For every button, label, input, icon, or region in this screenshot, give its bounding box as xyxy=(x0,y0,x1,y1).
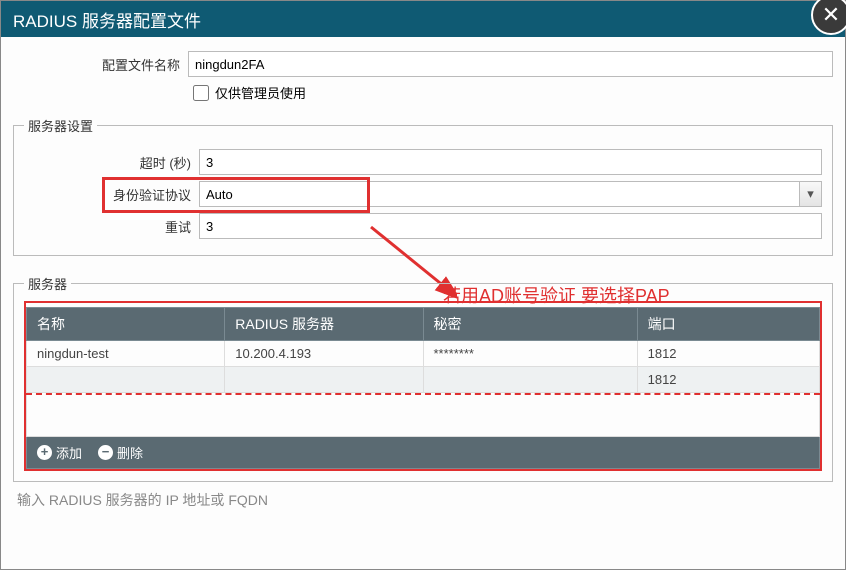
servers-header-row: 名称 RADIUS 服务器 秘密 端口 xyxy=(27,308,820,341)
timeout-label: 超时 (秒) xyxy=(24,153,199,172)
cell-server xyxy=(225,367,423,393)
retries-label: 重试 xyxy=(24,217,199,236)
admin-only-label: 仅供管理员使用 xyxy=(215,83,306,102)
minus-icon: − xyxy=(98,445,113,460)
timeout-row: 超时 (秒) xyxy=(24,149,822,175)
add-label: 添加 xyxy=(56,443,82,462)
auth-proto-input[interactable] xyxy=(199,181,800,207)
server-actions-bar: + 添加 − 删除 xyxy=(26,437,820,469)
table-row[interactable]: ningdun-test 10.200.4.193 ******** 1812 xyxy=(27,341,820,367)
server-settings-fieldset: 服务器设置 超时 (秒) 身份验证协议 ▾ 重试 xyxy=(13,116,833,256)
admin-only-row: 仅供管理员使用 xyxy=(193,83,833,102)
table-row[interactable]: 1812 xyxy=(27,367,820,393)
profile-name-row: 配置文件名称 xyxy=(13,51,833,77)
cell-secret: ******** xyxy=(423,341,637,367)
admin-only-checkbox[interactable] xyxy=(193,85,209,101)
cell-secret xyxy=(423,367,637,393)
titlebar: RADIUS 服务器配置文件 ✕ xyxy=(1,1,845,37)
col-secret[interactable]: 秘密 xyxy=(423,308,637,341)
col-port[interactable]: 端口 xyxy=(637,308,819,341)
delete-button[interactable]: − 删除 xyxy=(98,443,143,462)
table-empty-area xyxy=(26,395,820,437)
close-button[interactable]: ✕ xyxy=(811,0,846,35)
servers-fieldset: 服务器 名称 RADIUS 服务器 秘密 端口 ningdun-test xyxy=(13,274,833,482)
window-title: RADIUS 服务器配置文件 xyxy=(13,7,201,32)
cell-port: 1812 xyxy=(637,367,819,393)
plus-icon: + xyxy=(37,445,52,460)
profile-name-label: 配置文件名称 xyxy=(13,55,188,74)
servers-container-highlight: 名称 RADIUS 服务器 秘密 端口 ningdun-test 10.200.… xyxy=(24,301,822,471)
col-name[interactable]: 名称 xyxy=(27,308,225,341)
auth-proto-label: 身份验证协议 xyxy=(24,185,199,204)
cell-port: 1812 xyxy=(637,341,819,367)
retries-row: 重试 xyxy=(24,213,822,239)
server-settings-legend: 服务器设置 xyxy=(24,116,97,135)
profile-name-input[interactable] xyxy=(188,51,833,77)
status-hint: 输入 RADIUS 服务器的 IP 地址或 FQDN xyxy=(13,482,833,510)
servers-table: 名称 RADIUS 服务器 秘密 端口 ningdun-test 10.200.… xyxy=(26,307,820,393)
add-button[interactable]: + 添加 xyxy=(37,443,82,462)
delete-label: 删除 xyxy=(117,443,143,462)
auth-proto-dropdown[interactable]: ▾ xyxy=(199,181,822,207)
servers-legend: 服务器 xyxy=(24,274,71,293)
chevron-down-icon[interactable]: ▾ xyxy=(800,181,822,207)
retries-input[interactable] xyxy=(199,213,822,239)
dialog-window: RADIUS 服务器配置文件 ✕ 配置文件名称 仅供管理员使用 服务器设置 超时… xyxy=(0,0,846,570)
dialog-content: 配置文件名称 仅供管理员使用 服务器设置 超时 (秒) 身份验证协议 ▾ 重试 xyxy=(1,37,845,518)
auth-proto-row: 身份验证协议 ▾ xyxy=(24,181,822,207)
col-server[interactable]: RADIUS 服务器 xyxy=(225,308,423,341)
timeout-input[interactable] xyxy=(199,149,822,175)
cell-name: ningdun-test xyxy=(27,341,225,367)
cell-server: 10.200.4.193 xyxy=(225,341,423,367)
cell-name xyxy=(27,367,225,393)
close-icon: ✕ xyxy=(822,2,840,28)
